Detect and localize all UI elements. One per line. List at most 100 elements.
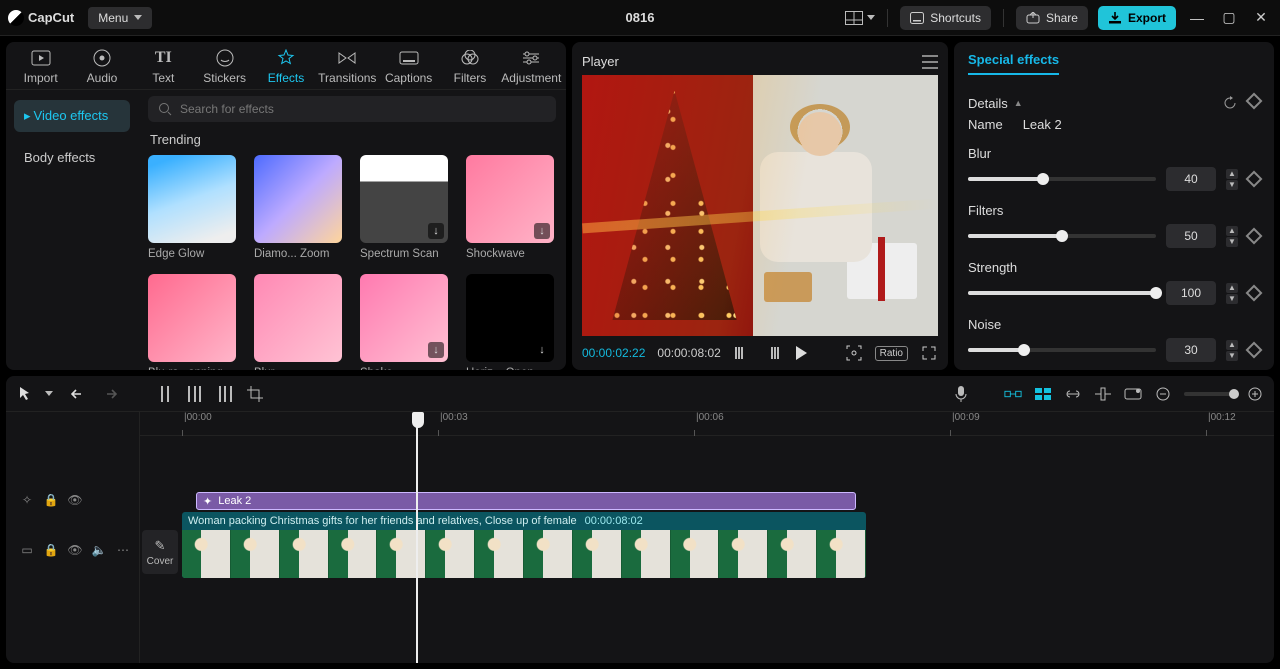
zoom-in-button[interactable] (1246, 385, 1264, 403)
tab-stickers[interactable]: Stickers (194, 48, 255, 85)
reset-button[interactable] (1222, 95, 1238, 111)
subtab-body-effects[interactable]: Body effects (14, 142, 130, 173)
effect-card-spectrum-scan[interactable]: ↓Spectrum Scan (360, 155, 448, 260)
titlebar-right: Shortcuts Share Export — ▢ ✕ (845, 6, 1272, 30)
blur-step-up[interactable]: ▲ (1226, 169, 1238, 179)
crop-tool[interactable] (246, 385, 264, 403)
split-tool[interactable] (156, 385, 174, 403)
window-close-button[interactable]: ✕ (1254, 9, 1268, 26)
strength-keyframe[interactable] (1246, 285, 1263, 302)
time-ruler[interactable]: |00:00 |00:03 |00:06 |00:09 |00:12 (140, 412, 1274, 436)
play-button[interactable] (793, 344, 811, 362)
blur-slider[interactable] (968, 177, 1156, 181)
share-icon (1026, 12, 1040, 24)
blur-value[interactable]: 40 (1166, 167, 1216, 191)
lock-icon[interactable]: 🔒 (44, 543, 58, 557)
effect-card-blur[interactable]: Blur (254, 274, 342, 370)
tab-audio[interactable]: Audio (71, 48, 132, 85)
inspector-panel: Special effects Details ▲ Name Leak 2 Bl… (954, 42, 1274, 370)
effect-card-diamond-zoom[interactable]: Diamo... Zoom (254, 155, 342, 260)
strength-step-down[interactable]: ▼ (1226, 294, 1238, 304)
effect-card-horiz-open[interactable]: ↓Horiz... Open (466, 274, 554, 370)
selection-tool[interactable] (16, 385, 34, 403)
blur-keyframe[interactable] (1246, 171, 1263, 188)
strength-step-up[interactable]: ▲ (1226, 283, 1238, 293)
playhead[interactable] (416, 412, 418, 663)
redo-button[interactable] (100, 385, 118, 403)
more-icon[interactable]: ⋯ (116, 543, 130, 557)
noise-slider[interactable] (968, 348, 1156, 352)
filters-value[interactable]: 50 (1166, 224, 1216, 248)
player-viewport[interactable] (582, 75, 938, 336)
subtab-video-effects[interactable]: ▸Video effects (14, 100, 130, 132)
share-button[interactable]: Share (1016, 6, 1088, 30)
tab-adjustment[interactable]: Adjustment (501, 48, 562, 85)
titlebar: CapCut Menu 0816 Shortcuts Share Export … (0, 0, 1280, 36)
playhead-grip[interactable] (412, 412, 424, 428)
ratio-button[interactable]: Ratio (875, 346, 908, 361)
effect-card-bluray-scanning[interactable]: Blu-ra...anning (148, 274, 236, 370)
strength-slider[interactable] (968, 291, 1156, 295)
cover-button[interactable]: ✎ Cover (142, 530, 178, 574)
blur-step-down[interactable]: ▼ (1226, 180, 1238, 190)
filters-step-up[interactable]: ▲ (1226, 226, 1238, 236)
effect-card-shockwave[interactable]: ↓Shockwave (466, 155, 554, 260)
trim-right-tool[interactable] (216, 385, 234, 403)
snap-center-button[interactable] (1094, 385, 1112, 403)
window-minimize-button[interactable]: — (1190, 10, 1204, 26)
strength-value[interactable]: 100 (1166, 281, 1216, 305)
jump-start-button[interactable] (733, 344, 751, 362)
scan-frame-button[interactable] (845, 344, 863, 362)
layout-presets-button[interactable] (845, 9, 863, 27)
tab-text[interactable]: TIText (133, 48, 194, 85)
tab-import[interactable]: Import (10, 48, 71, 85)
jump-end-button[interactable] (763, 344, 781, 362)
effects-search-input[interactable]: Search for effects (148, 96, 556, 122)
effect-card-shake[interactable]: ↓Shake (360, 274, 448, 370)
zoom-slider[interactable] (1184, 392, 1234, 396)
video-clip[interactable]: Woman packing Christmas gifts for her fr… (182, 512, 866, 578)
filters-keyframe[interactable] (1246, 228, 1263, 245)
window-maximize-button[interactable]: ▢ (1222, 9, 1236, 26)
download-icon: ↓ (534, 223, 550, 239)
menu-button[interactable]: Menu (88, 7, 152, 29)
export-button[interactable]: Export (1098, 6, 1176, 30)
zoom-out-button[interactable] (1154, 385, 1172, 403)
preview-render-button[interactable] (1124, 385, 1142, 403)
unlock-icon[interactable]: ✧ (20, 493, 34, 507)
filters-slider[interactable] (968, 234, 1156, 238)
link-button[interactable] (1064, 385, 1082, 403)
filters-step-down[interactable]: ▼ (1226, 237, 1238, 247)
record-vo-button[interactable] (952, 385, 970, 403)
name-label: Name (968, 117, 1003, 132)
player-panel: Player 00:00:02:22 00:00:08:02 Ratio (572, 42, 948, 370)
tab-transitions[interactable]: Transitions (317, 48, 378, 85)
noise-value[interactable]: 30 (1166, 338, 1216, 362)
tab-effects[interactable]: Effects (255, 48, 316, 85)
effect-track-controls: ✧ 🔒 👁 (6, 484, 139, 516)
visibility-icon[interactable]: 👁 (68, 543, 82, 557)
collapse-toggle-icon[interactable]: ▲ (1014, 98, 1023, 108)
track-type-icon[interactable]: ▭ (20, 543, 34, 557)
visibility-icon[interactable]: 👁 (68, 493, 82, 507)
effect-card-edge-glow[interactable]: Edge Glow (148, 155, 236, 260)
trim-left-tool[interactable] (186, 385, 204, 403)
undo-button[interactable] (70, 385, 88, 403)
effect-clip[interactable]: ✦ Leak 2 (196, 492, 856, 510)
keyframe-button[interactable] (1246, 93, 1263, 110)
mute-icon[interactable]: 🔈 (92, 543, 106, 557)
lock-icon[interactable]: 🔒 (44, 493, 58, 507)
time-current: 00:00:02:22 (582, 346, 645, 360)
magnet-tracks-button[interactable] (1034, 385, 1052, 403)
tab-filters[interactable]: Filters (439, 48, 500, 85)
noise-keyframe[interactable] (1246, 342, 1263, 359)
tool-dropdown[interactable] (40, 385, 58, 403)
timeline-tracks[interactable]: |00:00 |00:03 |00:06 |00:09 |00:12 ✎ Cov… (140, 412, 1274, 663)
magnet-main-button[interactable] (1004, 385, 1022, 403)
shortcuts-button[interactable]: Shortcuts (900, 6, 991, 30)
fullscreen-button[interactable] (920, 344, 938, 362)
player-menu-button[interactable] (922, 55, 938, 69)
noise-step-down[interactable]: ▼ (1226, 351, 1238, 361)
tab-captions[interactable]: Captions (378, 48, 439, 85)
noise-step-up[interactable]: ▲ (1226, 340, 1238, 350)
